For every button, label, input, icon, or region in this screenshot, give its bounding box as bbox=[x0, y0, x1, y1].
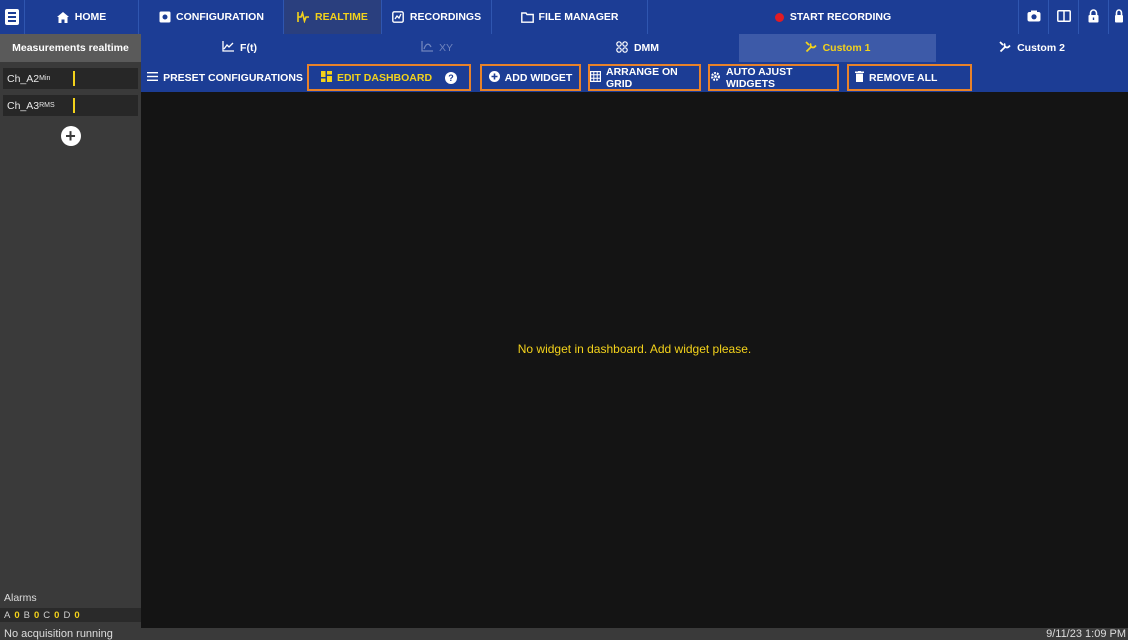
nav-file-manager[interactable]: FILE MANAGER bbox=[491, 0, 647, 34]
datetime: 9/11/23 1:09 PM bbox=[1046, 628, 1126, 640]
edit-dashboard-label: EDIT DASHBOARD bbox=[336, 71, 433, 84]
help-icon[interactable]: ? bbox=[445, 71, 458, 84]
nav-home[interactable]: HOME bbox=[24, 0, 138, 34]
acquisition-status: No acquisition running bbox=[4, 628, 113, 640]
arrange-on-grid-label: ARRANGE ON GRID bbox=[606, 65, 678, 90]
realtime-icon bbox=[297, 11, 310, 23]
alarm-count: 0 bbox=[54, 609, 60, 621]
gear-icon bbox=[710, 71, 721, 85]
tab-custom-1-label: Custom 1 bbox=[822, 42, 871, 54]
xy-chart-icon bbox=[421, 41, 433, 55]
start-recording-label: START RECORDING bbox=[789, 11, 892, 23]
camera-icon bbox=[1027, 10, 1041, 25]
screenshot-button[interactable] bbox=[1018, 0, 1048, 34]
book-icon bbox=[1056, 9, 1071, 25]
menu-icon bbox=[147, 71, 159, 84]
trash-icon bbox=[855, 70, 864, 85]
sidebar-title: Measurements realtime bbox=[0, 34, 141, 62]
add-channel-button[interactable]: + bbox=[60, 126, 81, 146]
app-logo-icon bbox=[5, 9, 19, 25]
tab-xy-label: XY bbox=[438, 42, 453, 54]
channel-name: Ch_A3 bbox=[7, 99, 40, 112]
nav-configuration-label: CONFIGURATION bbox=[176, 11, 264, 23]
channel-name: Ch_A2 bbox=[7, 72, 40, 85]
channel-sub: RMS bbox=[39, 102, 55, 109]
channel-color-bar bbox=[73, 71, 75, 86]
edit-dashboard-button[interactable]: EDIT DASHBOARD ? bbox=[307, 64, 471, 91]
add-circle-icon bbox=[488, 70, 500, 85]
sidebar: Measurements realtime Ch_A2 Min Ch_A3 RMS … bbox=[0, 34, 141, 628]
preset-configurations-label: PRESET CONFIGURATIONS bbox=[163, 71, 303, 84]
empty-dashboard-message: No widget in dashboard. Add widget pleas… bbox=[517, 342, 752, 356]
lock-icon bbox=[1088, 8, 1099, 26]
status-bar: No acquisition running 9/11/23 1:09 PM bbox=[0, 628, 1128, 640]
folder-icon bbox=[520, 11, 534, 23]
alarm-letter: A bbox=[4, 609, 11, 621]
tab-dmm-label: DMM bbox=[633, 42, 660, 54]
alarm-count: 0 bbox=[33, 609, 40, 621]
preset-configurations-button[interactable]: PRESET CONFIGURATIONS bbox=[145, 64, 305, 91]
nav-file-manager-label: FILE MANAGER bbox=[538, 11, 619, 23]
app-menu-button[interactable] bbox=[0, 0, 24, 34]
dmm-icon bbox=[616, 40, 628, 56]
channel-sub: Min bbox=[39, 75, 51, 82]
plus-icon: + bbox=[65, 126, 76, 146]
tab-custom-1[interactable]: Custom 1 bbox=[739, 34, 936, 62]
alarms-title: Alarms bbox=[4, 592, 37, 604]
remove-all-label: REMOVE ALL bbox=[869, 71, 938, 84]
tab-ft-label: F(t) bbox=[240, 42, 257, 54]
recordings-icon bbox=[392, 11, 405, 23]
nav-realtime-label: REALTIME bbox=[315, 11, 368, 23]
tab-custom-2-label: Custom 2 bbox=[1017, 42, 1065, 54]
start-recording-button[interactable]: START RECORDING bbox=[647, 0, 1018, 34]
line-chart-icon bbox=[222, 41, 235, 55]
wrench-icon bbox=[999, 40, 1011, 56]
nav-recordings-label: RECORDINGS bbox=[409, 11, 482, 23]
auto-adjust-widgets-label: AUTO AJUST WIDGETS bbox=[726, 65, 793, 90]
alarm-count: 0 bbox=[14, 609, 20, 621]
alarm-letter: B bbox=[23, 609, 30, 621]
view-tabs: F(t) XY DMM Custom 1 Custom 2 bbox=[141, 34, 1128, 62]
tab-custom-2[interactable]: Custom 2 bbox=[936, 34, 1128, 62]
wrench-icon bbox=[804, 40, 817, 56]
remove-all-button[interactable]: REMOVE ALL bbox=[847, 64, 972, 91]
nav-configuration[interactable]: CONFIGURATION bbox=[138, 0, 283, 34]
auto-adjust-widgets-button[interactable]: AUTO AJUST WIDGETS bbox=[708, 64, 839, 91]
channel-color-bar bbox=[73, 98, 75, 113]
alarm-letter: C bbox=[43, 609, 51, 621]
manual-button[interactable] bbox=[1048, 0, 1078, 34]
alarms-row: A 0 B 0 C 0 D 0 bbox=[0, 608, 141, 622]
home-icon bbox=[57, 11, 70, 23]
dashboard-icon bbox=[320, 70, 332, 85]
add-widget-button[interactable]: ADD WIDGET bbox=[480, 64, 581, 91]
channel-item[interactable]: Ch_A2 Min bbox=[3, 68, 138, 89]
tab-xy[interactable]: XY bbox=[338, 34, 536, 62]
channel-item[interactable]: Ch_A3 RMS bbox=[3, 95, 138, 116]
config-icon bbox=[158, 11, 171, 23]
top-navigation: HOME CONFIGURATION REALTIME RECORDINGS F… bbox=[0, 0, 1128, 34]
tab-dmm[interactable]: DMM bbox=[536, 34, 739, 62]
lock-icon bbox=[1114, 8, 1123, 26]
record-icon bbox=[774, 12, 784, 22]
nav-home-label: HOME bbox=[74, 11, 107, 23]
dashboard-toolbar: PRESET CONFIGURATIONS EDIT DASHBOARD ? A… bbox=[141, 62, 1128, 92]
tab-ft[interactable]: F(t) bbox=[141, 34, 338, 62]
nav-realtime[interactable]: REALTIME bbox=[283, 0, 381, 34]
add-widget-label: ADD WIDGET bbox=[504, 71, 573, 84]
alarm-letter: D bbox=[63, 609, 71, 621]
lock-button[interactable] bbox=[1078, 0, 1108, 34]
grid-icon bbox=[590, 70, 602, 85]
alarm-count: 0 bbox=[74, 609, 80, 621]
nav-recordings[interactable]: RECORDINGS bbox=[381, 0, 491, 34]
arrange-on-grid-button[interactable]: ARRANGE ON GRID bbox=[588, 64, 701, 91]
dashboard-area[interactable]: No widget in dashboard. Add widget pleas… bbox=[141, 92, 1128, 628]
lock-button-2[interactable] bbox=[1108, 0, 1128, 34]
